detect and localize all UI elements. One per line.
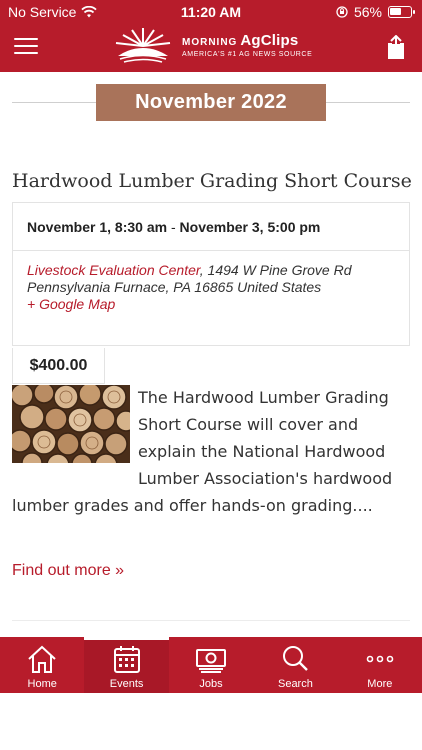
tab-jobs-label: Jobs — [199, 678, 223, 690]
tab-more-label: More — [367, 678, 393, 690]
tab-jobs[interactable]: Jobs — [169, 637, 253, 693]
home-icon — [28, 645, 56, 673]
battery-icon — [388, 6, 415, 18]
venue-address-line-2: Pennsylvania Furnace, PA 16865 United St… — [27, 279, 322, 295]
event-end: November 3, 5:00 pm — [179, 219, 321, 235]
more-icon — [366, 655, 394, 663]
orientation-lock-icon — [336, 6, 348, 18]
hamburger-icon — [14, 38, 38, 40]
top-bar: No Service 11:20 AM 56% MORNING AgClips … — [0, 0, 422, 72]
venue-link[interactable]: Livestock Evaluation Center — [27, 262, 200, 278]
logo-tagline: AMERICA'S #1 AG NEWS SOURCE — [182, 50, 313, 58]
google-map-link[interactable]: + Google Map — [27, 296, 115, 312]
logo-morning: MORNING — [182, 36, 238, 48]
tab-events[interactable]: Events — [84, 637, 170, 693]
events-content: November 2022 Hardwood Lumber Grading Sh… — [0, 72, 422, 637]
date-separator: - — [167, 219, 180, 235]
menu-button[interactable] — [14, 38, 38, 56]
find-out-more-link[interactable]: Find out more » — [12, 562, 124, 580]
sunrise-logo-icon — [115, 28, 171, 63]
tab-bar: Home Events Jobs Search More — [0, 637, 422, 693]
logo-brand: AgClips — [240, 31, 299, 49]
app-logo: MORNING AgClips AMERICA'S #1 AG NEWS SOUR… — [110, 26, 312, 64]
tab-search[interactable]: Search — [253, 637, 337, 693]
search-icon — [283, 646, 309, 671]
bottom-safe-area — [0, 693, 422, 750]
calendar-icon — [113, 646, 140, 673]
money-icon — [196, 649, 227, 673]
tab-events-label: Events — [109, 678, 144, 690]
tab-search-label: Search — [277, 678, 313, 690]
event-details: November 1, 8:30 am - November 3, 5:00 p… — [12, 202, 410, 346]
month-heading: November 2022 — [96, 84, 326, 121]
tab-home-label: Home — [27, 678, 57, 690]
event-start: November 1, 8:30 am — [27, 219, 168, 235]
event-excerpt: The Hardwood Lumber Grading Short Course… — [12, 384, 412, 519]
event-price: $400.00 — [12, 348, 105, 384]
status-right: 56% — [336, 4, 415, 20]
event-dates: November 1, 8:30 am - November 3, 5:00 p… — [13, 203, 409, 251]
tab-more[interactable]: More — [338, 637, 422, 693]
status-bar: No Service 11:20 AM 56% — [0, 0, 422, 24]
share-icon[interactable] — [386, 35, 406, 59]
event-title[interactable]: Hardwood Lumber Grading Short Course — [12, 170, 412, 192]
event-divider — [12, 620, 410, 621]
event-venue: Livestock Evaluation Center, 1494 W Pine… — [13, 251, 409, 313]
battery-percent: 56% — [353, 4, 382, 20]
tab-home[interactable]: Home — [0, 637, 84, 693]
venue-address-line-1: , 1494 W Pine Grove Rd — [199, 262, 352, 278]
